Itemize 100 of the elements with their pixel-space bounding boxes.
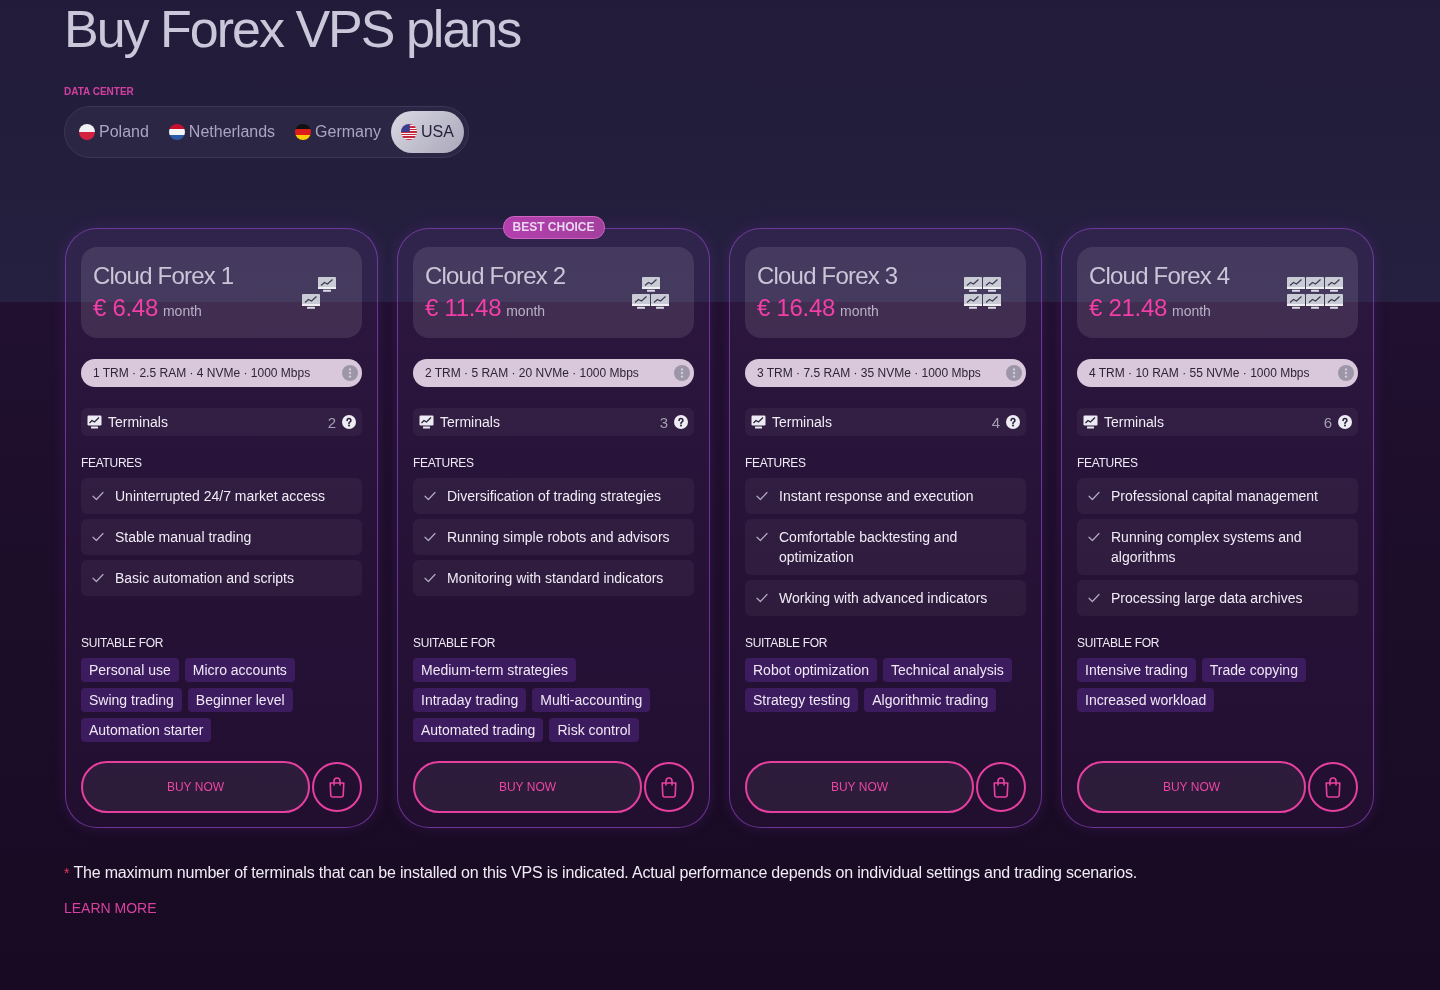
- monitor-icon: [1083, 415, 1098, 429]
- check-icon: [756, 532, 768, 542]
- plan-badge: BEST CHOICE: [502, 216, 605, 239]
- check-icon: [756, 491, 768, 501]
- footnote-mark: *: [64, 864, 70, 883]
- plan-price: € 6.48: [93, 293, 158, 323]
- monitor-icon: [1324, 293, 1343, 309]
- suitable-tag: Automation starter: [81, 718, 212, 742]
- check-icon: [1088, 532, 1100, 542]
- monitor-icon: [983, 276, 1001, 292]
- feature-text: Working with advanced indicators: [779, 589, 988, 608]
- plan-name: Cloud Forex 2: [425, 262, 567, 290]
- monitor-icon: [317, 276, 336, 292]
- specs-text: 4 TRM · 10 RAM · 55 NVMe · 1000 Mbps: [1089, 366, 1311, 380]
- price-period: month: [840, 303, 879, 319]
- suitable-tag: Intensive trading: [1077, 658, 1196, 682]
- monitor-icon: [1324, 276, 1343, 292]
- check-icon: [1088, 491, 1100, 501]
- features-heading: FEATURES: [81, 456, 143, 470]
- suitable-heading: SUITABLE FOR: [413, 636, 497, 650]
- suitable-tag: Risk control: [549, 718, 639, 742]
- specs-text: 1 TRM · 2.5 RAM · 4 NVMe · 1000 Mbps: [93, 366, 312, 380]
- bag-icon: [659, 776, 679, 798]
- terminals-label: Terminals: [108, 414, 169, 430]
- germany-flag-icon: [295, 124, 312, 140]
- terminals-count: 3: [659, 413, 668, 431]
- buy-button[interactable]: BUY NOW: [413, 761, 642, 813]
- monitor-icon: [632, 293, 650, 309]
- learn-more-link[interactable]: LEARN MORE: [64, 900, 157, 916]
- suitable-tag: Swing trading: [81, 688, 182, 712]
- bag-icon: [991, 776, 1011, 798]
- terminals-count: 4: [991, 413, 1000, 431]
- cart-button[interactable]: [1308, 762, 1358, 812]
- monitor-icon: [641, 276, 660, 292]
- monitor-icon: [87, 415, 102, 429]
- location-tab[interactable]: Germany: [285, 111, 391, 153]
- terminals-label: Terminals: [772, 414, 833, 430]
- feature-text: Running simple robots and advisors: [447, 528, 670, 547]
- monitor-icon: [1305, 276, 1324, 292]
- feature-text: Stable manual trading: [115, 528, 252, 547]
- feature-text: Uninterrupted 24/7 market access: [115, 487, 326, 506]
- vertical-dots-icon: [1338, 365, 1354, 381]
- suitable-tag: Increased workload: [1077, 688, 1215, 712]
- monitor-icon: [1305, 293, 1324, 309]
- check-icon: [756, 593, 768, 603]
- specs-text: 3 TRM · 7.5 RAM · 35 NVMe · 1000 Mbps: [757, 366, 982, 380]
- suitable-tag: Automated trading: [413, 718, 544, 742]
- buy-button[interactable]: BUY NOW: [81, 761, 310, 813]
- cart-button[interactable]: [644, 762, 694, 812]
- suitable-heading: SUITABLE FOR: [745, 636, 829, 650]
- check-icon: [92, 491, 104, 501]
- footnote-text: The maximum number of terminals that can be installed on this VPS is indicated. Actual performance depends on individual settings and trading scenarios.: [73, 863, 1137, 883]
- cart-button[interactable]: [976, 762, 1026, 812]
- monitor-icon: [419, 415, 434, 429]
- suitable-tag: Personal use: [81, 658, 179, 682]
- plan-name: Cloud Forex 4: [1089, 262, 1231, 290]
- check-icon: [92, 573, 104, 583]
- suitable-tag: Micro accounts: [184, 658, 295, 682]
- cart-button[interactable]: [312, 762, 362, 812]
- terminals-count: 6: [1323, 413, 1332, 431]
- vertical-dots-icon: [674, 365, 690, 381]
- price-period: month: [1172, 303, 1211, 319]
- poland-flag-icon: [79, 124, 95, 140]
- location-tab[interactable]: Poland: [69, 111, 159, 153]
- feature-text: Basic automation and scripts: [115, 569, 294, 588]
- monitor-icon: [301, 293, 320, 309]
- monitor-icon: [964, 293, 982, 309]
- feature-text: Running complex systems and algorithms: [1111, 528, 1303, 567]
- features-heading: FEATURES: [1077, 456, 1139, 470]
- feature-text: Processing large data archives: [1111, 589, 1303, 608]
- suitable-tag: Strategy testing: [745, 688, 859, 712]
- buy-button[interactable]: BUY NOW: [745, 761, 974, 813]
- specs-text: 2 TRM · 5 RAM · 20 NVMe · 1000 Mbps: [425, 366, 640, 380]
- data-center-label: DATA CENTER: [64, 86, 135, 98]
- location-tab[interactable]: Netherlands: [158, 111, 286, 153]
- feature-text: Comfortable backtesting and optimization: [779, 528, 959, 567]
- check-icon: [1088, 593, 1100, 603]
- suitable-heading: SUITABLE FOR: [81, 636, 165, 650]
- price-period: month: [506, 303, 546, 319]
- vertical-dots-icon: [342, 365, 358, 381]
- feature-text: Diversification of trading strategies: [447, 487, 661, 506]
- location-tab[interactable]: USA: [390, 111, 464, 153]
- suitable-tag: Trade copying: [1201, 658, 1306, 682]
- suitable-tag: Intraday trading: [413, 688, 527, 712]
- plan-name: Cloud Forex 3: [757, 262, 899, 290]
- monitor-icon: [751, 415, 766, 429]
- check-icon: [92, 532, 104, 542]
- suitable-tag: Beginner level: [187, 688, 293, 712]
- features-heading: FEATURES: [413, 456, 475, 470]
- help-icon: [674, 415, 688, 429]
- suitable-tag: Multi-accounting: [532, 688, 651, 712]
- vertical-dots-icon: [1006, 365, 1022, 381]
- netherlands-flag-icon: [168, 124, 185, 140]
- buy-button[interactable]: BUY NOW: [1077, 761, 1306, 813]
- features-heading: FEATURES: [745, 456, 807, 470]
- feature-text: Monitoring with standard indicators: [447, 569, 664, 588]
- usa-flag-icon: [400, 124, 417, 140]
- price-period: month: [162, 303, 202, 319]
- monitor-icon: [964, 276, 982, 292]
- monitor-icon: [1286, 276, 1305, 292]
